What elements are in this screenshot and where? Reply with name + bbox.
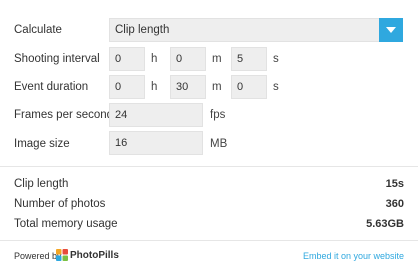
result-clip-length-value: 15s: [385, 178, 404, 190]
fps-label: Frames per second: [14, 109, 114, 121]
shooting-interval-minutes-input[interactable]: 0: [170, 47, 206, 71]
calculate-select[interactable]: Clip length: [109, 18, 403, 42]
hours-unit: h: [151, 81, 158, 93]
hours-unit: h: [151, 53, 158, 65]
photopills-brand[interactable]: PhotoPills: [70, 250, 119, 262]
fps-input[interactable]: 24: [109, 103, 203, 127]
powered-by-text: Powered by: [14, 251, 62, 261]
divider: [0, 166, 418, 167]
photopills-logo-icon: [56, 249, 68, 261]
shooting-interval-hours-input[interactable]: 0: [109, 47, 145, 71]
shooting-interval-label: Shooting interval: [14, 53, 100, 65]
fps-unit: fps: [210, 109, 226, 121]
minutes-unit: m: [212, 81, 222, 93]
embed-link[interactable]: Embed it on your website: [303, 250, 404, 262]
calculate-label: Calculate: [14, 24, 62, 36]
result-total-memory-value: 5.63GB: [366, 218, 404, 230]
dropdown-button[interactable]: [379, 18, 403, 42]
result-number-of-photos-value: 360: [385, 198, 404, 210]
event-duration-seconds-input[interactable]: 0: [231, 75, 267, 99]
image-size-input[interactable]: 16: [109, 131, 203, 155]
shooting-interval-seconds-input[interactable]: 5: [231, 47, 267, 71]
minutes-unit: m: [212, 53, 222, 65]
result-total-memory-label: Total memory usage: [14, 218, 118, 230]
event-duration-label: Event duration: [14, 81, 89, 93]
event-duration-hours-input[interactable]: 0: [109, 75, 145, 99]
image-size-unit: MB: [210, 138, 228, 150]
result-number-of-photos-label: Number of photos: [14, 198, 106, 210]
image-size-label: Image size: [14, 138, 70, 150]
divider: [0, 240, 418, 241]
seconds-unit: s: [273, 53, 279, 65]
event-duration-minutes-input[interactable]: 30: [170, 75, 206, 99]
calculate-select-value: Clip length: [115, 24, 170, 36]
seconds-unit: s: [273, 81, 279, 93]
result-clip-length-label: Clip length: [14, 178, 69, 190]
chevron-down-icon: [386, 27, 396, 33]
